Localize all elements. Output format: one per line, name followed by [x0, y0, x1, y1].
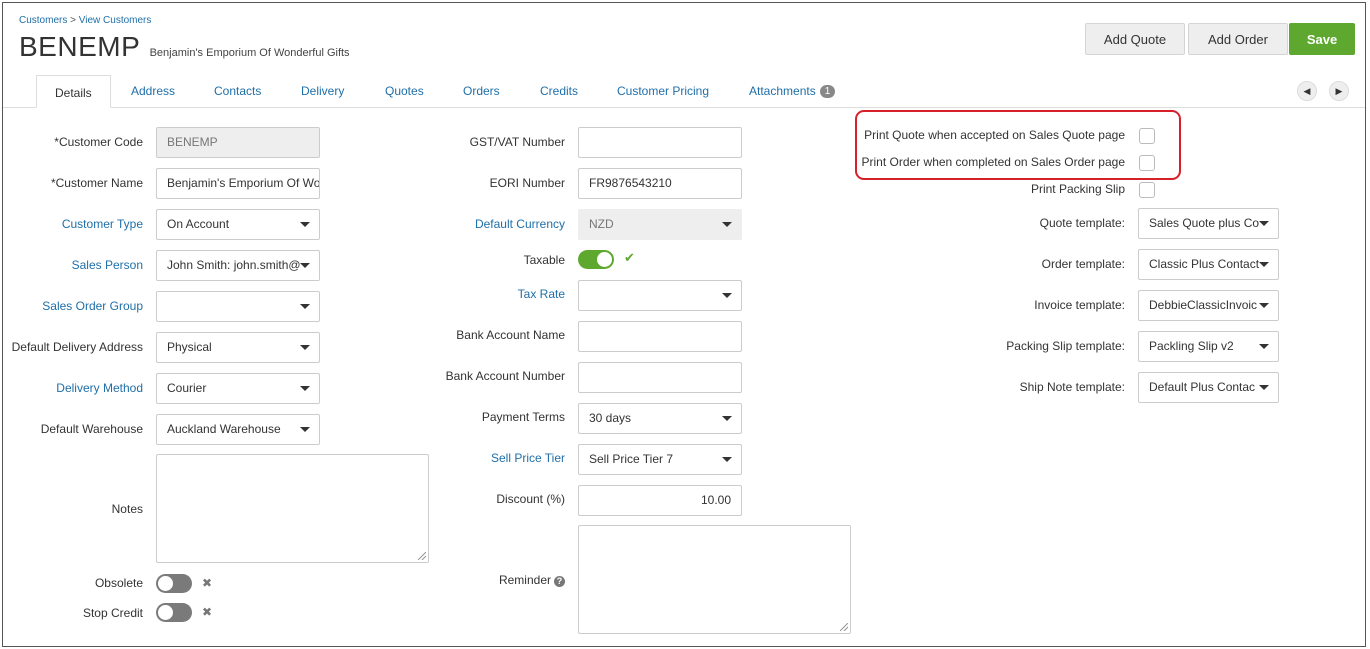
notes-textarea[interactable] — [156, 454, 429, 563]
stop-credit-toggle[interactable] — [156, 603, 192, 622]
default-currency-select[interactable]: NZD — [578, 209, 742, 240]
payment-terms-label: Payment Terms — [481, 410, 565, 424]
print-options-highlight — [855, 110, 1181, 180]
tab-address[interactable]: Address — [131, 83, 175, 107]
sales-person-select[interactable]: John Smith: john.smith@ — [156, 250, 320, 281]
default-delivery-address-select[interactable]: Physical — [156, 332, 320, 363]
stop-credit-label: Stop Credit — [82, 606, 143, 620]
ship-note-template-select[interactable]: Default Plus Contac — [1138, 372, 1279, 403]
packing-slip-template-label: Packing Slip template: — [1006, 339, 1125, 353]
bank-account-name-field[interactable] — [578, 321, 742, 352]
tabs-divider — [3, 107, 1365, 108]
tab-attachments[interactable]: Attachments 1 — [749, 83, 836, 107]
x-icon: ✖ — [202, 576, 213, 590]
delivery-method-select[interactable]: Courier — [156, 373, 320, 404]
customer-detail-page: Customers > View Customers BENEMP Benjam… — [2, 2, 1366, 647]
breadcrumb-view-customers[interactable]: View Customers — [79, 15, 152, 26]
invoice-template-label: Invoice template: — [1034, 298, 1125, 312]
quote-template-label: Quote template: — [1039, 216, 1125, 230]
customer-code-label: *Customer Code — [54, 135, 143, 149]
tab-delivery[interactable]: Delivery — [301, 83, 344, 107]
bank-account-name-label: Bank Account Name — [456, 328, 565, 342]
order-template-label: Order template: — [1041, 257, 1125, 271]
default-warehouse-label: Default Warehouse — [40, 422, 143, 436]
breadcrumb-customers[interactable]: Customers — [19, 15, 67, 26]
tab-quotes[interactable]: Quotes — [385, 83, 424, 107]
obsolete-label: Obsolete — [94, 576, 143, 590]
chevron-left-icon[interactable]: ◀ — [1297, 81, 1317, 101]
taxable-toggle[interactable] — [578, 250, 614, 269]
invoice-template-select[interactable]: DebbieClassicInvoic — [1138, 290, 1279, 321]
sell-price-tier-label[interactable]: Sell Price Tier — [491, 451, 565, 465]
attachments-count-badge: 1 — [819, 85, 836, 98]
tab-credits[interactable]: Credits — [540, 83, 578, 107]
chevron-right-icon[interactable]: ▶ — [1329, 81, 1349, 101]
resize-grip-icon[interactable] — [418, 552, 426, 560]
print-packing-slip-checkbox[interactable] — [1139, 182, 1155, 198]
reminder-textarea[interactable] — [578, 525, 851, 634]
page-subtitle: Benjamin's Emporium Of Wonderful Gifts — [149, 47, 350, 59]
add-quote-button[interactable]: Add Quote — [1085, 23, 1185, 55]
default-delivery-address-label: Default Delivery Address — [11, 340, 143, 354]
tax-rate-select[interactable] — [578, 280, 742, 311]
quote-template-select[interactable]: Sales Quote plus Co — [1138, 208, 1279, 239]
gst-vat-label: GST/VAT Number — [469, 135, 565, 149]
check-icon: ✔ — [624, 250, 635, 265]
print-order-label: Print Order when completed on Sales Orde… — [861, 155, 1125, 169]
default-currency-label[interactable]: Default Currency — [475, 217, 565, 231]
payment-terms-select[interactable]: 30 days — [578, 403, 742, 434]
eori-field[interactable]: FR9876543210 — [578, 168, 742, 199]
discount-field[interactable]: 10.00 — [578, 485, 742, 516]
save-button[interactable]: Save — [1289, 23, 1355, 55]
tab-customer-pricing[interactable]: Customer Pricing — [617, 83, 709, 107]
tab-attachments-label: Attachments — [749, 84, 816, 98]
tab-details[interactable]: Details — [36, 75, 111, 108]
ship-note-template-label: Ship Note template: — [1019, 380, 1125, 394]
delivery-method-label[interactable]: Delivery Method — [56, 381, 143, 395]
customer-type-select[interactable]: On Account — [156, 209, 320, 240]
question-circle-icon[interactable]: ? — [554, 576, 565, 587]
bank-account-number-field[interactable] — [578, 362, 742, 393]
tax-rate-label[interactable]: Tax Rate — [518, 287, 565, 301]
title-row: BENEMP Benjamin's Emporium Of Wonderful … — [19, 31, 350, 63]
gst-vat-field[interactable] — [578, 127, 742, 158]
customer-name-field[interactable]: Benjamin's Emporium Of Wonderful Gifts — [156, 168, 320, 199]
print-quote-label: Print Quote when accepted on Sales Quote… — [864, 128, 1125, 142]
discount-label: Discount (%) — [496, 492, 565, 506]
page-title: BENEMP — [19, 31, 141, 62]
print-packing-slip-label: Print Packing Slip — [1030, 182, 1125, 196]
obsolete-toggle[interactable] — [156, 574, 192, 593]
resize-grip-icon[interactable] — [840, 623, 848, 631]
customer-type-label[interactable]: Customer Type — [62, 217, 143, 231]
default-warehouse-select[interactable]: Auckland Warehouse — [156, 414, 320, 445]
customer-code-field[interactable]: BENEMP — [156, 127, 320, 158]
taxable-label: Taxable — [523, 253, 565, 267]
breadcrumb: Customers > View Customers — [19, 15, 151, 26]
sales-person-label[interactable]: Sales Person — [72, 258, 143, 272]
reminder-label-text: Reminder — [498, 573, 551, 587]
print-quote-checkbox[interactable] — [1139, 128, 1155, 144]
sell-price-tier-select[interactable]: Sell Price Tier 7 — [578, 444, 742, 475]
reminder-label: Reminder? — [499, 573, 565, 587]
notes-label: Notes — [111, 502, 143, 516]
add-order-button[interactable]: Add Order — [1188, 23, 1288, 55]
eori-label: EORI Number — [489, 176, 565, 190]
packing-slip-template-select[interactable]: Packling Slip v2 — [1138, 331, 1279, 362]
bank-account-number-label: Bank Account Number — [445, 369, 565, 383]
sales-order-group-label[interactable]: Sales Order Group — [42, 299, 143, 313]
sales-order-group-select[interactable] — [156, 291, 320, 322]
print-order-checkbox[interactable] — [1139, 155, 1155, 171]
tab-contacts[interactable]: Contacts — [214, 83, 261, 107]
x-icon: ✖ — [202, 605, 213, 619]
breadcrumb-separator: > — [70, 15, 76, 26]
order-template-select[interactable]: Classic Plus Contact — [1138, 249, 1279, 280]
tab-orders[interactable]: Orders — [463, 83, 500, 107]
customer-name-label: *Customer Name — [50, 176, 143, 190]
